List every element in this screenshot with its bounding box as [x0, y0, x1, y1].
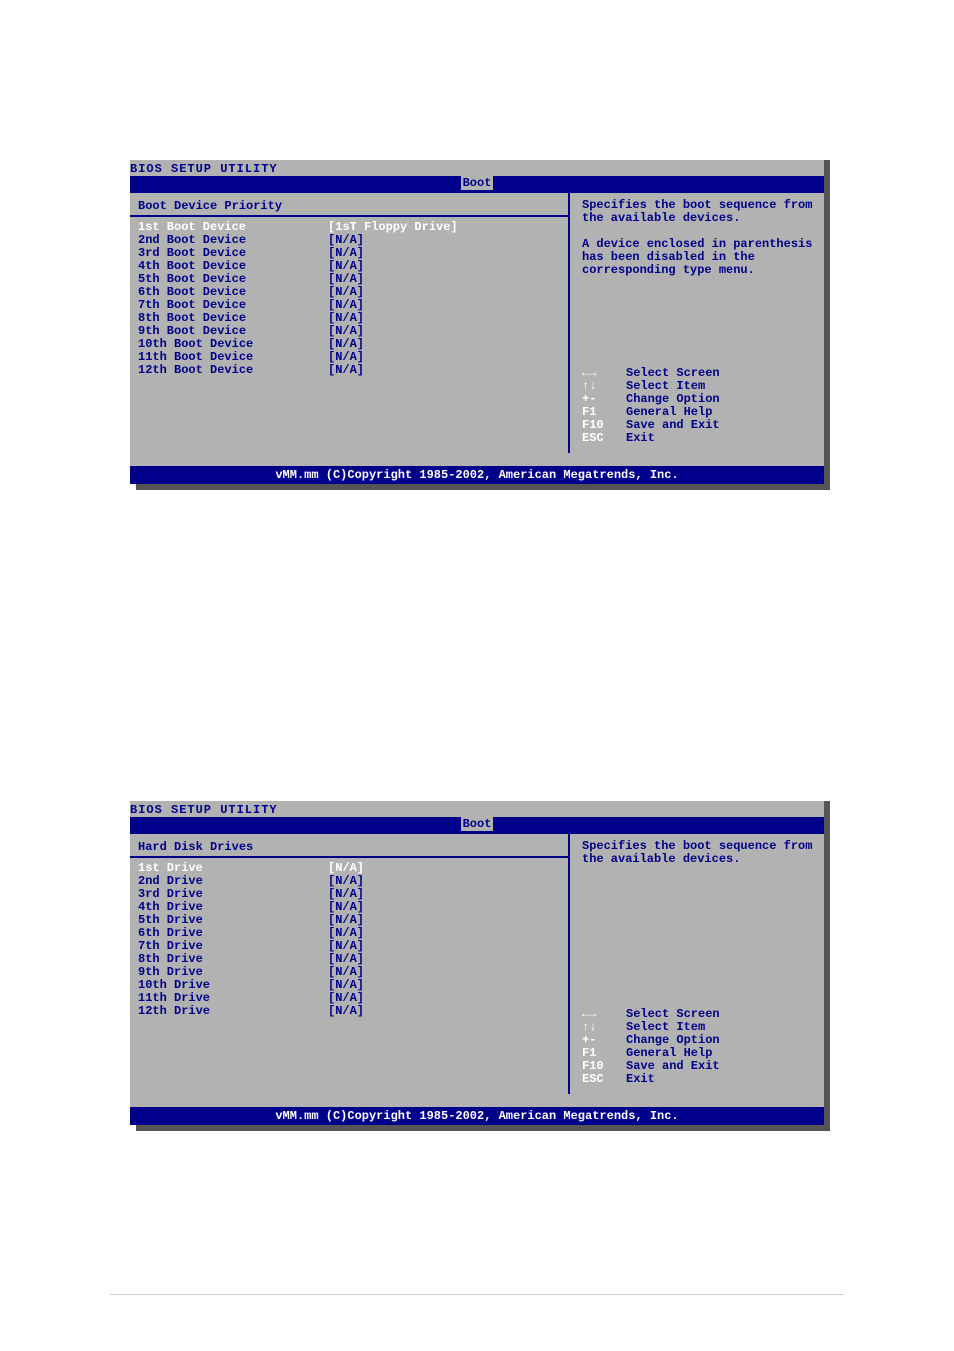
nav-key: ESC: [582, 1073, 626, 1086]
tab-bar: Boot: [130, 176, 824, 191]
nav-key: ESC: [582, 432, 626, 445]
nav-action: Exit: [626, 1073, 655, 1086]
tab-bar: Boot: [130, 817, 824, 832]
divider: [130, 856, 568, 858]
boot-item-row[interactable]: 12th Drive[N/A]: [138, 1005, 560, 1018]
bios-window: BIOS SETUP UTILITYBoot Hard Disk Drives1s…: [130, 801, 824, 1125]
help-panel: Specifies the boot sequence from the ava…: [572, 193, 824, 453]
divider: [130, 215, 568, 217]
bios-title: BIOS SETUP UTILITY: [130, 160, 824, 176]
settings-panel: Hard Disk Drives1st Drive[N/A]2nd Drive[…: [130, 834, 570, 1094]
panel-heading: Boot Device Priority: [138, 199, 560, 213]
nav-hints: ←→Select Screen↑↓Select Item+-Change Opt…: [582, 367, 720, 445]
tab-boot[interactable]: Boot: [461, 817, 494, 831]
bios-title: BIOS SETUP UTILITY: [130, 801, 824, 817]
boot-item-row[interactable]: 12th Boot Device[N/A]: [138, 364, 560, 377]
tab-boot[interactable]: Boot: [461, 176, 494, 190]
settings-panel: Boot Device Priority1st Boot Device[1sT …: [130, 193, 570, 453]
boot-item-value[interactable]: [N/A]: [328, 1005, 364, 1018]
nav-hint-row: ESCExit: [582, 432, 720, 445]
bios-window: BIOS SETUP UTILITYBoot Boot Device Priori…: [130, 160, 824, 484]
help-text: Specifies the boot sequence from the ava…: [582, 199, 814, 277]
page-divider: [110, 1294, 844, 1295]
nav-action: Exit: [626, 432, 655, 445]
boot-item-value[interactable]: [N/A]: [328, 364, 364, 377]
boot-item-label: 12th Boot Device: [138, 364, 328, 377]
nav-hints: ←→Select Screen↑↓Select Item+-Change Opt…: [582, 1008, 720, 1086]
help-panel: Specifies the boot sequence from the ava…: [572, 834, 824, 1094]
boot-item-label: 12th Drive: [138, 1005, 328, 1018]
nav-hint-row: ESCExit: [582, 1073, 720, 1086]
help-text: Specifies the boot sequence from the ava…: [582, 840, 814, 866]
panel-heading: Hard Disk Drives: [138, 840, 560, 854]
copyright-footer: vMM.mm (C)Copyright 1985-2002, American …: [130, 1107, 824, 1125]
copyright-footer: vMM.mm (C)Copyright 1985-2002, American …: [130, 466, 824, 484]
